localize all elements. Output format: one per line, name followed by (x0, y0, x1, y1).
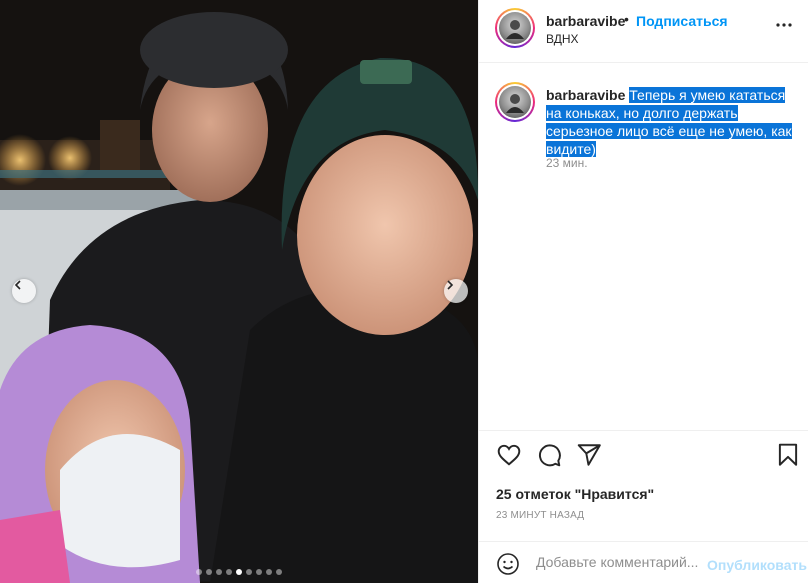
carousel-indicator (0, 569, 478, 575)
caption-username[interactable]: barbaravibe (546, 87, 625, 103)
caption-avatar[interactable] (495, 82, 535, 122)
photo-illustration (0, 0, 478, 583)
separator-dot: • (624, 11, 629, 27)
likes-count[interactable]: 25 отметок "Нравится" (496, 486, 654, 502)
follow-button[interactable]: Подписаться (636, 13, 728, 29)
post-location[interactable]: ВДНХ (546, 32, 579, 46)
caption-text-block: barbaravibe Теперь я умею кататься на ко… (546, 86, 800, 158)
carousel-dot (216, 569, 222, 575)
publish-button[interactable]: Опубликовать (707, 557, 807, 573)
post-details-panel: barbaravibe • Подписаться ВДНХ barbaravi… (478, 0, 808, 583)
carousel-dot (236, 569, 242, 575)
heart-icon[interactable] (496, 442, 522, 468)
author-username[interactable]: barbaravibe (546, 13, 625, 29)
carousel-dot (276, 569, 282, 575)
bookmark-icon[interactable] (775, 442, 801, 468)
caption-timestamp: 23 мин. (546, 156, 588, 170)
carousel-dot (256, 569, 262, 575)
carousel-dot (206, 569, 212, 575)
paper-plane-icon[interactable] (576, 442, 602, 468)
carousel-dot (226, 569, 232, 575)
emoji-smile-icon[interactable] (496, 552, 520, 576)
post-timestamp: 23 МИНУТ НАЗАД (496, 510, 585, 521)
post-photo[interactable] (0, 0, 478, 583)
author-avatar[interactable] (495, 8, 535, 48)
carousel-dot (196, 569, 202, 575)
comment-bar: Опубликовать (479, 541, 808, 583)
carousel-next-button[interactable] (444, 279, 468, 303)
carousel-prev-button[interactable] (12, 279, 36, 303)
carousel-dot (266, 569, 272, 575)
more-horizontal-icon[interactable] (772, 13, 796, 37)
avatar-image (506, 94, 524, 113)
chevron-left-icon (14, 280, 21, 290)
comment-icon[interactable] (536, 442, 562, 468)
carousel-dot (246, 569, 252, 575)
avatar-image (506, 20, 524, 39)
chevron-right-icon (447, 280, 454, 290)
comment-input[interactable] (536, 554, 706, 570)
post-header: barbaravibe • Подписаться ВДНХ (479, 0, 808, 63)
post-actions: 25 отметок "Нравится" 23 МИНУТ НАЗАД (479, 430, 808, 540)
